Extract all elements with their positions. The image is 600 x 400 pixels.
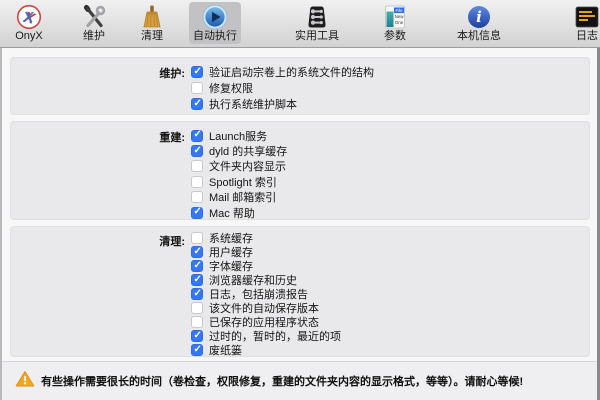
checkbox-label: Mail 邮箱索引	[209, 189, 276, 205]
toolbar-item-label: 本机信息	[457, 30, 501, 43]
toolbar-item-maintenance[interactable]: 维护	[68, 2, 120, 44]
checkbox[interactable]	[191, 98, 203, 110]
checkbox-label: dyld 的共享缓存	[209, 143, 287, 159]
cleaning-panel: 清理: 系统缓存 用户缓存 字体缓存 浏览器缓存和历史 日志，包括崩溃报告	[10, 226, 590, 357]
info-letter: i	[476, 8, 482, 26]
broom-icon	[139, 3, 165, 30]
checkbox-row[interactable]: 字体缓存	[191, 259, 585, 273]
checkbox[interactable]	[191, 330, 203, 342]
checkbox[interactable]	[191, 176, 203, 188]
params-one-text: One	[395, 20, 404, 25]
toolbar-item-label: 维护	[83, 30, 105, 43]
panel-label: 清理:	[11, 233, 185, 249]
toolbar-item-label: 实用工具	[295, 30, 339, 43]
checkbox[interactable]	[191, 344, 203, 356]
toolbar-item-parameters[interactable]: File New One 参数	[369, 2, 421, 44]
checkbox[interactable]	[191, 302, 203, 314]
toolbar-item-automation[interactable]: 自动执行	[189, 2, 241, 44]
info-icon: i	[466, 3, 492, 30]
checkbox-label: Spotlight 索引	[209, 174, 277, 190]
panel-rows: 系统缓存 用户缓存 字体缓存 浏览器缓存和历史 日志，包括崩溃报告 该文件的自动…	[191, 231, 585, 357]
toolbar-item-onyx[interactable]: X X OnyX	[3, 2, 55, 44]
panel-label: 重建:	[11, 129, 185, 145]
checkbox-row[interactable]: 文件夹内容显示	[191, 159, 585, 174]
menu-card-icon: File New One	[382, 3, 408, 30]
checkbox-row[interactable]: Mail 邮箱索引	[191, 190, 585, 205]
maintenance-panel: 维护: 验证启动宗卷上的系统文件的结构 修复权限 执行系统维护脚本	[10, 57, 590, 115]
checkbox-row[interactable]: 该文件的自动保存版本	[191, 301, 585, 315]
checkbox-row[interactable]: 执行系统维护脚本	[191, 96, 585, 112]
wrench-screwdriver-icon	[81, 3, 107, 30]
toolbar-item-label: 参数	[384, 30, 406, 43]
checkbox-row[interactable]: 过时的，暂时的，最近的项	[191, 329, 585, 343]
checkbox[interactable]	[191, 288, 203, 300]
toolbar-item-label: 清理	[141, 30, 163, 43]
checkbox-row[interactable]: Launch服务	[191, 128, 585, 143]
onyx-blue-x: X	[22, 9, 34, 26]
checkbox[interactable]	[191, 160, 203, 172]
onyx-window: X X OnyX 维护	[0, 0, 600, 400]
checkbox-label: 执行系统维护脚本	[209, 96, 297, 112]
checkbox-row[interactable]: Spotlight 索引	[191, 174, 585, 189]
warning-text: 有些操作需要很长的时间（卷检查，权限修复，重建的文件夹内容的显示格式，等等）。请…	[41, 373, 523, 389]
checkbox[interactable]	[191, 207, 203, 219]
warning-triangle-icon	[15, 370, 35, 393]
panel-rows: Launch服务 dyld 的共享缓存 文件夹内容显示 Spotlight 索引…	[191, 128, 585, 220]
checkbox-label: 文件夹内容显示	[209, 158, 286, 174]
toolbar-item-cleaning[interactable]: 清理	[126, 2, 178, 44]
toolbar-item-label: 日志	[576, 30, 598, 43]
window-left-edge	[0, 48, 2, 400]
checkbox[interactable]	[191, 82, 203, 94]
toolbar-item-utilities[interactable]: 实用工具	[285, 2, 349, 44]
checkbox-row[interactable]: 验证启动宗卷上的系统文件的结构	[191, 64, 585, 80]
checkbox-row[interactable]: 修复权限	[191, 80, 585, 96]
toolbar: X X OnyX 维护	[0, 0, 600, 48]
checkbox-row[interactable]: 日志，包括崩溃报告	[191, 287, 585, 301]
toolbar-item-logs[interactable]: 日志	[561, 2, 600, 44]
checkbox[interactable]	[191, 274, 203, 286]
toolbar-item-info[interactable]: i 本机信息	[447, 2, 511, 44]
panel-label: 维护:	[11, 65, 185, 81]
toolbar-item-label: OnyX	[15, 30, 43, 43]
onyx-logo-icon: X X	[16, 3, 42, 30]
checkbox-row[interactable]: dyld 的共享缓存	[191, 143, 585, 158]
checkbox-row[interactable]: Mac 帮助	[191, 205, 585, 220]
checkbox-row[interactable]: 废纸篓	[191, 343, 585, 357]
checkbox[interactable]	[191, 232, 203, 244]
checkbox[interactable]	[191, 66, 203, 78]
footer-warning-bar: 有些操作需要很长的时间（卷检查，权限修复，重建的文件夹内容的显示格式，等等）。请…	[0, 361, 600, 400]
checkbox-label: 修复权限	[209, 80, 253, 96]
toolbox-wrenches-icon	[304, 3, 330, 30]
rebuild-panel: 重建: Launch服务 dyld 的共享缓存 文件夹内容显示 Spotligh…	[10, 121, 590, 220]
log-terminal-icon	[574, 3, 600, 30]
checkbox-label: Mac 帮助	[209, 205, 255, 221]
checkbox[interactable]	[191, 260, 203, 272]
checkbox[interactable]	[191, 316, 203, 328]
checkbox-row[interactable]: 浏览器缓存和历史	[191, 273, 585, 287]
checkbox-row[interactable]: 系统缓存	[191, 231, 585, 245]
checkbox-row[interactable]: 已保存的应用程序状态	[191, 315, 585, 329]
checkbox[interactable]	[191, 130, 203, 142]
toolbar-item-label: 自动执行	[193, 30, 237, 43]
checkbox-label: 验证启动宗卷上的系统文件的结构	[209, 64, 374, 80]
params-new-text: New	[395, 14, 405, 19]
checkbox-row[interactable]: 用户缓存	[191, 245, 585, 259]
checkbox-label: 废纸篓	[209, 342, 242, 358]
checkbox[interactable]	[191, 246, 203, 258]
checkbox[interactable]	[191, 145, 203, 157]
checkbox[interactable]	[191, 191, 203, 203]
params-file-text: File	[395, 7, 403, 12]
checkbox-label: Launch服务	[209, 128, 267, 144]
play-icon	[202, 3, 228, 30]
panel-rows: 验证启动宗卷上的系统文件的结构 修复权限 执行系统维护脚本	[191, 64, 585, 112]
